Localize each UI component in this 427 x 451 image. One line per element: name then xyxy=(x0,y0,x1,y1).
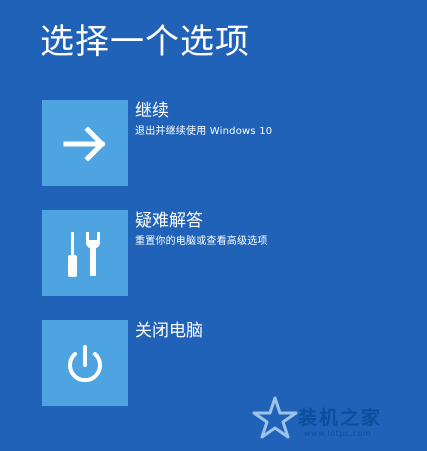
turn-off-title: 关闭电脑 xyxy=(135,321,203,341)
star-icon xyxy=(252,396,298,439)
continue-option[interactable]: 继续 退出并继续使用 Windows 10 xyxy=(42,100,372,188)
continue-description: 退出并继续使用 Windows 10 xyxy=(135,126,273,137)
page-title: 选择一个选项 xyxy=(40,22,250,62)
watermark-text: 装机之家 xyxy=(298,407,383,429)
troubleshoot-option[interactable]: 疑难解答 重置你的电脑或查看高级选项 xyxy=(42,210,372,298)
troubleshoot-title: 疑难解答 xyxy=(135,211,203,231)
watermark-logo: 装机之家 www.lotpc.com xyxy=(252,389,422,445)
watermark-url: www.lotpc.com xyxy=(304,429,372,438)
power-icon xyxy=(68,345,102,383)
continue-title: 继续 xyxy=(135,101,169,121)
troubleshoot-description: 重置你的电脑或查看高级选项 xyxy=(135,236,268,247)
troubleshoot-tile[interactable] xyxy=(42,210,128,296)
tools-icon xyxy=(68,232,100,277)
turn-off-tile[interactable] xyxy=(42,320,128,406)
arrow-right-icon xyxy=(63,126,106,162)
continue-tile[interactable] xyxy=(42,100,128,186)
